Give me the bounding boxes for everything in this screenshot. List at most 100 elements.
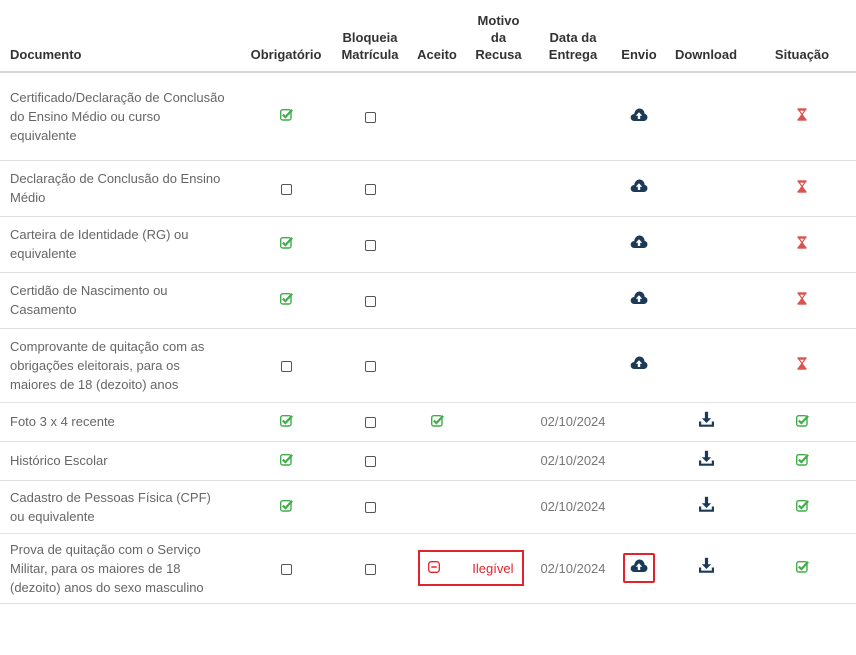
minus-square-icon bbox=[427, 559, 440, 578]
refusal-reason-text: Ilegível bbox=[472, 560, 514, 576]
hourglass-icon bbox=[797, 179, 807, 198]
cell-bloqueia bbox=[331, 328, 409, 403]
cell-motivo bbox=[465, 480, 532, 534]
cell-download[interactable] bbox=[664, 533, 748, 604]
download-icon[interactable] bbox=[698, 496, 715, 518]
header-motivo-recusa: Motivo da Recusa bbox=[465, 0, 532, 73]
cell-envio[interactable] bbox=[614, 533, 664, 604]
cell-aceito bbox=[409, 160, 465, 217]
table-row: Prova de quitação com o Serviço Militar,… bbox=[0, 533, 856, 604]
cell-documento: Histórico Escolar bbox=[0, 441, 241, 481]
cell-data-entrega: 02/10/2024 bbox=[532, 402, 614, 442]
download-icon[interactable] bbox=[698, 411, 715, 433]
cell-aceito bbox=[409, 272, 465, 329]
cell-documento: Declaração de Conclusão do Ensino Médio bbox=[0, 160, 241, 217]
required-check-icon bbox=[279, 498, 293, 517]
accepted-check-icon bbox=[430, 413, 444, 432]
cloud-upload-icon[interactable] bbox=[630, 558, 648, 578]
cell-download[interactable] bbox=[664, 480, 748, 534]
block-enrollment-checkbox bbox=[364, 111, 376, 123]
required-checkbox bbox=[280, 183, 292, 195]
header-motivo-line3: Recusa bbox=[475, 47, 522, 62]
table-header: Documento Obrigatório Bloqueia Matrícula … bbox=[0, 0, 856, 73]
download-icon[interactable] bbox=[698, 450, 715, 472]
cell-download bbox=[664, 216, 748, 273]
cell-documento: Prova de quitação com o Serviço Militar,… bbox=[0, 533, 241, 604]
header-obrigatorio: Obrigatório bbox=[241, 0, 331, 73]
cell-situacao bbox=[748, 441, 856, 481]
cell-situacao bbox=[748, 216, 856, 273]
cell-obrigatorio bbox=[241, 480, 331, 534]
block-enrollment-checkbox bbox=[364, 360, 376, 372]
cell-aceito-motivo: Ilegível bbox=[409, 533, 532, 604]
cell-documento: Comprovante de quitação com as obrigaçõe… bbox=[0, 328, 241, 403]
cell-download[interactable] bbox=[664, 402, 748, 442]
hourglass-icon bbox=[797, 291, 807, 310]
cell-data-entrega bbox=[532, 72, 614, 161]
cell-documento: Carteira de Identidade (RG) ou equivalen… bbox=[0, 216, 241, 273]
cell-motivo bbox=[465, 328, 532, 403]
required-check-icon bbox=[279, 107, 293, 126]
cell-documento: Cadastro de Pessoas Física (CPF) ou equi… bbox=[0, 480, 241, 534]
header-aceito: Aceito bbox=[409, 0, 465, 73]
cell-situacao bbox=[748, 480, 856, 534]
header-envio: Envio bbox=[614, 0, 664, 73]
cell-situacao bbox=[748, 533, 856, 604]
cell-obrigatorio bbox=[241, 72, 331, 161]
table-row: Certidão de Nascimento ou Casamento bbox=[0, 272, 856, 329]
block-enrollment-checkbox bbox=[364, 417, 376, 429]
required-check-icon bbox=[279, 413, 293, 432]
block-enrollment-checkbox bbox=[364, 239, 376, 251]
header-data-line2: Entrega bbox=[548, 47, 598, 62]
cloud-upload-icon[interactable] bbox=[630, 290, 648, 310]
cell-obrigatorio bbox=[241, 160, 331, 217]
cell-envio[interactable] bbox=[614, 328, 664, 403]
cell-aceito bbox=[409, 402, 465, 442]
table-row: Foto 3 x 4 recente 02/10/2024 bbox=[0, 402, 856, 442]
block-enrollment-checkbox bbox=[364, 456, 376, 468]
cell-aceito bbox=[409, 72, 465, 161]
cell-motivo bbox=[465, 441, 532, 481]
cell-obrigatorio bbox=[241, 402, 331, 442]
cloud-upload-icon[interactable] bbox=[630, 107, 648, 127]
cell-situacao bbox=[748, 160, 856, 217]
header-bloqueia-line2: Matrícula bbox=[341, 47, 399, 62]
table-body: Certificado/Declaração de Conclusão do E… bbox=[0, 72, 856, 604]
table-row: Declaração de Conclusão do Ensino Médio bbox=[0, 160, 856, 217]
cell-bloqueia bbox=[331, 441, 409, 481]
cell-situacao bbox=[748, 328, 856, 403]
cell-download bbox=[664, 160, 748, 217]
table-row: Comprovante de quitação com as obrigaçõe… bbox=[0, 328, 856, 403]
cell-data-entrega: 02/10/2024 bbox=[532, 480, 614, 534]
status-ok-icon bbox=[795, 498, 809, 517]
cell-motivo bbox=[465, 272, 532, 329]
table-row: Cadastro de Pessoas Física (CPF) ou equi… bbox=[0, 480, 856, 534]
documents-table: Documento Obrigatório Bloqueia Matrícula … bbox=[0, 0, 856, 604]
cell-situacao bbox=[748, 402, 856, 442]
header-data-line1: Data da bbox=[549, 30, 597, 45]
cell-aceito bbox=[409, 441, 465, 481]
cloud-upload-icon[interactable] bbox=[630, 355, 648, 375]
cell-envio[interactable] bbox=[614, 216, 664, 273]
download-icon[interactable] bbox=[698, 557, 715, 579]
upload-highlight[interactable] bbox=[623, 552, 655, 584]
cell-documento: Certidão de Nascimento ou Casamento bbox=[0, 272, 241, 329]
cell-motivo bbox=[465, 160, 532, 217]
cell-envio[interactable] bbox=[614, 160, 664, 217]
cloud-upload-icon[interactable] bbox=[630, 178, 648, 198]
cell-download[interactable] bbox=[664, 441, 748, 481]
required-check-icon bbox=[279, 452, 293, 471]
table-row: Carteira de Identidade (RG) ou equivalen… bbox=[0, 216, 856, 273]
cell-obrigatorio bbox=[241, 272, 331, 329]
cell-bloqueia bbox=[331, 480, 409, 534]
cell-envio[interactable] bbox=[614, 272, 664, 329]
cell-bloqueia bbox=[331, 272, 409, 329]
header-documento: Documento bbox=[0, 0, 241, 73]
cell-envio[interactable] bbox=[614, 72, 664, 161]
block-enrollment-checkbox bbox=[364, 563, 376, 575]
cloud-upload-icon[interactable] bbox=[630, 234, 648, 254]
header-motivo-line1: Motivo bbox=[477, 13, 520, 28]
cell-bloqueia bbox=[331, 402, 409, 442]
required-checkbox bbox=[280, 563, 292, 575]
required-check-icon bbox=[279, 291, 293, 310]
